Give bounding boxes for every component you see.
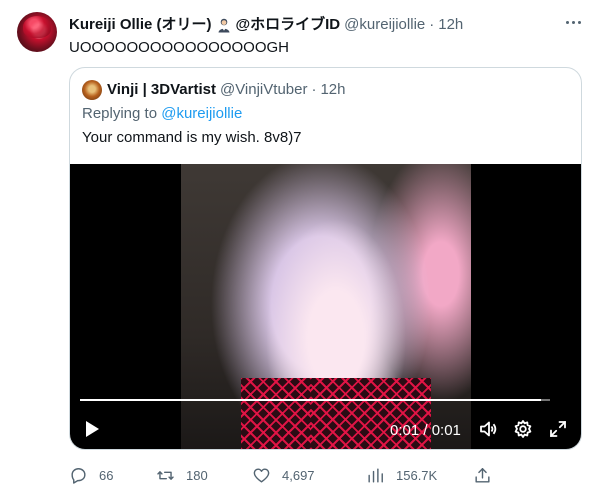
quoted-time[interactable]: 12h: [320, 80, 345, 100]
replying-prefix: Replying to: [82, 105, 162, 122]
like-icon: [253, 467, 270, 483]
quoted-avatar[interactable]: [82, 80, 102, 100]
reply-count: 66: [99, 467, 114, 483]
author-affiliation[interactable]: @ホロライブID: [236, 15, 341, 35]
settings-icon[interactable]: [511, 416, 535, 442]
share-icon: [475, 467, 490, 483]
share-button[interactable]: [473, 463, 503, 487]
tweet-time[interactable]: 12h: [438, 15, 463, 35]
reply-icon: [71, 467, 86, 484]
quoted-tweet[interactable]: Vinji | 3DVartist @VinjiVtuber · 12h Rep…: [69, 67, 582, 450]
quoted-header: Vinji | 3DVartist @VinjiVtuber · 12h: [82, 80, 346, 100]
video-frame-detail: [241, 378, 311, 449]
action-bar: 66 180 4,697 156.7K: [69, 463, 582, 487]
replying-mention[interactable]: @kureijiollie: [161, 105, 242, 122]
video-player[interactable]: 0:01 / 0:01: [70, 164, 581, 449]
retweet-count: 180: [186, 467, 208, 483]
avatar[interactable]: [17, 12, 57, 52]
tweet-header: Kureiji Ollie (オリー) @ホロライブID @kureijioll…: [69, 15, 463, 35]
views-button[interactable]: 156.7K: [366, 463, 437, 487]
video-frame: [181, 164, 471, 449]
video-progress-bar[interactable]: [80, 399, 550, 401]
reply-button[interactable]: 66: [69, 463, 113, 487]
emoji-icon: [218, 18, 230, 33]
play-icon[interactable]: [80, 416, 104, 442]
quoted-text: Your command is my wish. 8v8)7: [82, 129, 302, 146]
quoted-author-name[interactable]: Vinji | 3DVartist: [107, 80, 216, 100]
tweet-text: UOOOOOOOOOOOOOOOOGH: [69, 39, 290, 56]
separator-dot: ·: [311, 81, 317, 98]
video-timecode: 0:01 / 0:01: [390, 421, 461, 439]
like-button[interactable]: 4,697: [252, 463, 315, 487]
separator-dot: ·: [429, 16, 435, 33]
quoted-author-handle[interactable]: @VinjiVtuber: [220, 80, 308, 100]
author-name[interactable]: Kureiji Ollie (オリー): [69, 15, 212, 35]
fullscreen-icon[interactable]: [546, 416, 570, 442]
tweet[interactable]: Kureiji Ollie (オリー) @ホロライブID @kureijioll…: [0, 0, 603, 502]
more-icon[interactable]: [560, 12, 586, 32]
retweet-icon: [157, 470, 174, 480]
like-count: 4,697: [282, 467, 315, 483]
replying-to: Replying to @kureijiollie: [82, 104, 242, 124]
video-progress-fill: [80, 399, 541, 401]
author-handle[interactable]: @kureijiollie: [344, 15, 425, 35]
volume-icon[interactable]: [476, 416, 500, 442]
views-icon: [368, 467, 383, 483]
retweet-button[interactable]: 180: [156, 463, 208, 487]
views-count: 156.7K: [396, 467, 438, 483]
